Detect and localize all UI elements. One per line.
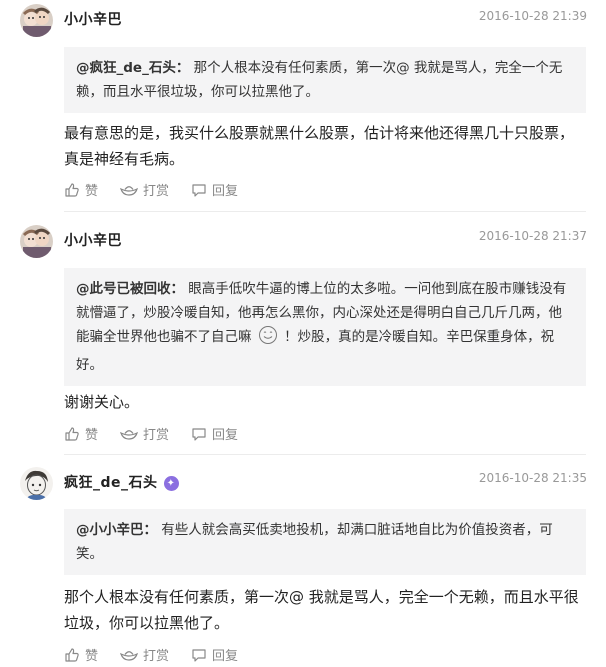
comment-author[interactable]: 小小辛巴 [64, 9, 122, 29]
reply-button[interactable]: 回复 [191, 180, 238, 199]
quoted-comment: @此号已被回收： 眼高手低吹牛逼的博上位的太多啦。一问他到底在股市赚钱没有就懵逼… [64, 268, 586, 386]
reward-button[interactable]: 打赏 [120, 180, 169, 199]
divider [64, 454, 586, 455]
comment-body: 谢谢关心。 [64, 393, 140, 411]
like-button[interactable]: 赞 [64, 645, 98, 664]
reward-button[interactable]: 打赏 [120, 645, 169, 664]
comment-body: 那个人根本没有任何素质，第一次@ 我就是骂人，完全一个无赖，而且水平很垃圾，你可… [64, 588, 579, 632]
avatar-cartoon-pair-icon [20, 225, 53, 258]
reply-bubble-icon [192, 427, 206, 441]
comment-actions: 赞 打赏 回复 [64, 424, 260, 443]
thumbs-up-icon [65, 647, 79, 662]
comment-actions: 赞 打赏 回复 [64, 180, 260, 199]
user-avatar[interactable] [20, 225, 53, 258]
quoted-comment: @疯狂_de_石头： 那个人根本没有任何素质，第一次@ 我就是骂人，完全一个无赖… [64, 47, 586, 113]
thumbs-up-icon [65, 182, 79, 197]
reply-button[interactable]: 回复 [191, 424, 238, 443]
user-avatar[interactable] [20, 4, 53, 37]
reply-bubble-icon [192, 648, 206, 662]
avatar-sketch-face-icon [20, 467, 53, 500]
avatar-cartoon-pair-icon [20, 4, 53, 37]
quoted-author[interactable]: @小小辛巴： [76, 522, 157, 538]
quoted-author[interactable]: @此号已被回收： [76, 281, 184, 297]
reply-button[interactable]: 回复 [191, 645, 238, 664]
ingot-icon [120, 185, 139, 196]
quoted-author[interactable]: @疯狂_de_石头： [76, 60, 189, 76]
comment-author[interactable]: 小小辛巴 [64, 230, 122, 250]
comment-timestamp: 2016-10-28 21:37 [478, 229, 587, 243]
user-avatar[interactable] [20, 467, 53, 500]
comment-body: 最有意思的是，我买什么股票就黑什么股票，估计将来他还得黑几十只股票，真是神经有毛… [64, 124, 575, 168]
ingot-icon [120, 650, 139, 661]
comment-timestamp: 2016-10-28 21:39 [478, 9, 587, 23]
like-button[interactable]: 赞 [64, 424, 98, 443]
ingot-icon [120, 429, 139, 440]
smile-emoji-icon [258, 325, 278, 353]
reward-button[interactable]: 打赏 [120, 424, 169, 443]
comment-author[interactable]: 疯狂_de_石头 ✦ [64, 472, 179, 492]
verified-badge-icon: ✦ [163, 476, 179, 491]
like-button[interactable]: 赞 [64, 180, 98, 199]
comment-timestamp: 2016-10-28 21:35 [478, 471, 587, 485]
reply-bubble-icon [192, 183, 206, 197]
comment-actions: 赞 打赏 回复 [64, 645, 260, 664]
thumbs-up-icon [65, 426, 79, 441]
divider [64, 211, 586, 212]
quoted-comment: @小小辛巴： 有些人就会高买低卖地投机，却满口脏话地自比为价值投资者，可笑。 [64, 509, 586, 575]
